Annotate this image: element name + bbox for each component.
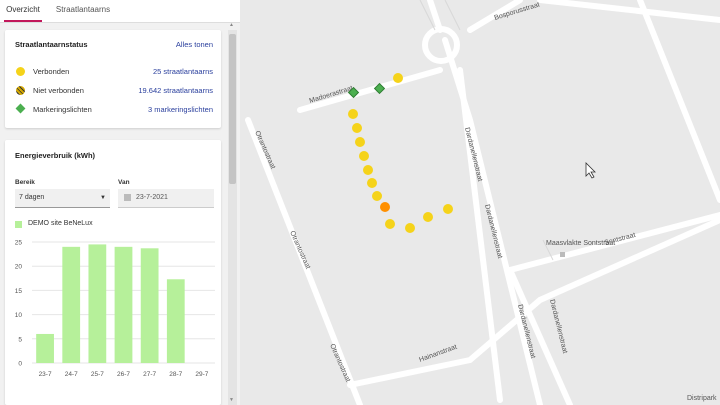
status-row-value[interactable]: 25 straatlantaarns xyxy=(153,67,213,76)
lamp-marker[interactable] xyxy=(359,151,369,161)
not-connected-dot-icon xyxy=(16,86,25,95)
tab-bar: Overzicht Straatlantaarns xyxy=(0,0,240,23)
scrollbar-thumb[interactable] xyxy=(229,34,236,184)
from-date-value: 23-7-2021 xyxy=(136,194,168,201)
chart-bar[interactable] xyxy=(62,246,81,363)
lamp-marker[interactable] xyxy=(443,204,453,214)
calendar-icon xyxy=(124,194,131,201)
lamp-marker[interactable] xyxy=(355,137,365,147)
y-tick-label: 15 xyxy=(15,288,23,295)
x-tick-label: 24-7 xyxy=(65,371,78,378)
y-tick-label: 0 xyxy=(18,361,22,368)
poi-label: Maasvlakte Sontstraat xyxy=(546,240,615,247)
show-all-link[interactable]: Alles tonen xyxy=(176,40,213,49)
x-tick-label: 27-7 xyxy=(143,371,156,378)
status-row-label: Verbonden xyxy=(33,67,70,76)
y-tick-label: 20 xyxy=(15,264,23,271)
lamp-marker[interactable] xyxy=(393,73,403,83)
x-tick-label: 29-7 xyxy=(195,371,208,378)
status-row-value[interactable]: 3 markeringslichten xyxy=(148,105,213,114)
y-tick-label: 25 xyxy=(15,240,23,247)
status-card-title: Straatlantaarnstatus xyxy=(15,40,88,49)
x-tick-label: 25-7 xyxy=(91,371,104,378)
status-row-label: Niet verbonden xyxy=(33,86,84,95)
marker-light-diamond-icon xyxy=(15,103,26,114)
lamp-marker[interactable] xyxy=(352,123,362,133)
chart-legend-label: DEMO site BeNeLux xyxy=(28,220,93,227)
x-tick-label: 28-7 xyxy=(169,371,182,378)
lamp-marker[interactable] xyxy=(372,191,382,201)
connected-dot-icon xyxy=(16,67,25,76)
active-tab-indicator xyxy=(4,20,42,22)
range-label: Bereik xyxy=(15,179,35,186)
bus-stop-icon xyxy=(560,252,565,257)
lamp-marker[interactable] xyxy=(385,219,395,229)
lamp-marker[interactable] xyxy=(367,178,377,188)
range-select-value: 7 dagen xyxy=(19,194,45,201)
y-tick-label: 10 xyxy=(15,312,23,319)
sidebar: Overzicht Straatlantaarns Straatlantaarn… xyxy=(0,0,240,405)
tab-straatlantaarns[interactable]: Straatlantaarns xyxy=(52,0,114,22)
x-tick-label: 26-7 xyxy=(117,371,130,378)
chart-bar[interactable] xyxy=(166,279,185,363)
from-date-field[interactable]: 23-7-2021 xyxy=(118,189,214,208)
map-canvas[interactable]: Bosporusstraat Madoerastraat Otrantostra… xyxy=(240,0,720,405)
energy-bar-chart: 0 5 10 15 20 25 23-7 24-7 25-7 26-7 27-7 28-7 29-7 xyxy=(15,240,215,378)
lamp-marker[interactable] xyxy=(405,223,415,233)
map-view[interactable]: Bosporusstraat Madoerastraat Otrantostra… xyxy=(240,0,720,405)
x-tick-label: 23-7 xyxy=(39,371,52,378)
chart-bar[interactable] xyxy=(140,248,159,363)
scroll-up-arrow-icon[interactable]: ▲ xyxy=(229,22,234,28)
chart-bar[interactable] xyxy=(114,246,133,363)
chart-bar[interactable] xyxy=(88,244,107,363)
status-card: Straatlantaarnstatus Alles tonen Verbond… xyxy=(5,30,221,128)
energy-card-title: Energieverbruik (kWh) xyxy=(15,151,96,160)
chart-bar[interactable] xyxy=(36,333,54,363)
tab-overzicht[interactable]: Overzicht xyxy=(4,0,42,22)
sidebar-scrollbar[interactable] xyxy=(228,30,237,405)
lamp-marker[interactable] xyxy=(348,109,358,119)
from-label: Van xyxy=(118,179,130,186)
legend-swatch xyxy=(15,221,22,228)
lamp-marker[interactable] xyxy=(423,212,433,222)
lamp-alert-marker[interactable] xyxy=(380,202,390,212)
chevron-down-icon: ▼ xyxy=(100,195,106,201)
map-watermark: Distripark xyxy=(687,395,717,402)
status-row-value[interactable]: 19.642 straatlantaarns xyxy=(138,86,213,95)
lamp-marker[interactable] xyxy=(363,165,373,175)
scroll-down-arrow-icon[interactable]: ▼ xyxy=(229,397,234,403)
range-select[interactable]: 7 dagen ▼ xyxy=(15,189,110,208)
y-tick-label: 5 xyxy=(18,336,22,343)
status-row-label: Markeringslichten xyxy=(33,105,92,114)
